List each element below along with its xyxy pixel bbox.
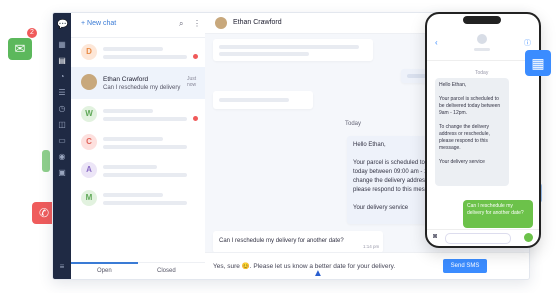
phone-notch bbox=[463, 16, 501, 24]
unread-dot bbox=[193, 116, 198, 121]
history-icon[interactable]: ◷ bbox=[58, 105, 66, 113]
placeholder-bar bbox=[103, 145, 187, 149]
avatar: A bbox=[81, 162, 97, 178]
chat-tabs: Open Closed bbox=[71, 262, 205, 279]
chat-list-header: + New chat ⌕ ⋮ bbox=[71, 13, 205, 38]
account-icon[interactable]: ◉ bbox=[58, 153, 66, 161]
tab-open[interactable]: Open bbox=[97, 268, 112, 274]
list-item[interactable]: W bbox=[71, 101, 205, 129]
avatar: W bbox=[81, 106, 97, 122]
phone-mockup: ‹ ⓘ Today Hello Ethan, Your parcel is sc… bbox=[425, 12, 541, 248]
conversation-title: Ethan Crawford bbox=[233, 19, 282, 26]
placeholder-bar bbox=[219, 98, 289, 102]
day-label: Today bbox=[345, 121, 362, 127]
phone-day-label: Today bbox=[475, 70, 489, 76]
search-icon[interactable]: ⌕ bbox=[179, 19, 183, 29]
placeholder-bar bbox=[103, 47, 163, 51]
composer-input[interactable]: Yes, sure 😊. Please let us know a better… bbox=[213, 262, 395, 270]
chat-list: + New chat ⌕ ⋮ D Ethan Crawford Just now… bbox=[71, 13, 206, 279]
phone-outgoing-text: Can I reschedule my delivery for another… bbox=[467, 203, 524, 216]
placeholder-bar bbox=[474, 48, 490, 51]
cursor-icon: ▲ bbox=[313, 268, 323, 279]
reports-icon[interactable]: ▭ bbox=[58, 137, 66, 145]
unread-badge: 2 bbox=[27, 28, 37, 38]
placeholder-bar bbox=[103, 193, 163, 197]
message-placeholder bbox=[213, 91, 313, 109]
phone-outgoing-message: Can I reschedule my delivery for another… bbox=[463, 200, 533, 228]
avatar bbox=[81, 74, 97, 90]
active-tab-indicator bbox=[71, 262, 138, 264]
mail-icon: ✉ bbox=[8, 38, 32, 60]
placeholder-bar bbox=[103, 201, 187, 205]
list-item[interactable]: D bbox=[71, 39, 205, 67]
phone-header: ‹ ⓘ bbox=[427, 28, 539, 61]
decor-green-bar bbox=[42, 150, 50, 172]
contacts-icon[interactable]: ◔ bbox=[58, 73, 66, 81]
avatar bbox=[215, 17, 227, 29]
messages-icon[interactable]: ▤ bbox=[58, 57, 66, 65]
menu-icon[interactable]: ≡ bbox=[58, 263, 66, 271]
back-icon[interactable]: ‹ bbox=[435, 38, 438, 47]
camera-icon[interactable]: ◙ bbox=[433, 233, 437, 240]
campaign-icon[interactable]: ◫ bbox=[58, 121, 66, 129]
placeholder-bar bbox=[219, 52, 309, 56]
phone-send-button[interactable] bbox=[524, 233, 533, 242]
calendar-icon: ▦ bbox=[525, 50, 551, 76]
list-item[interactable]: A bbox=[71, 157, 205, 185]
contact-preview: Can I reschedule my delivery bbox=[103, 85, 181, 91]
avatar: D bbox=[81, 44, 97, 60]
list-item-active[interactable]: Ethan Crawford Just now Can I reschedule… bbox=[71, 67, 205, 99]
placeholder-bar bbox=[103, 55, 187, 59]
phone-text-input[interactable] bbox=[445, 233, 511, 244]
new-chat-button[interactable]: + New chat bbox=[81, 20, 116, 27]
avatar bbox=[477, 34, 487, 44]
incoming-message-text: Can I reschedule my delivery for another… bbox=[219, 238, 344, 244]
avatar: C bbox=[81, 134, 97, 150]
tab-closed[interactable]: Closed bbox=[157, 268, 176, 274]
placeholder-bar bbox=[103, 117, 187, 121]
message-composer[interactable]: Yes, sure 😊. Please let us know a better… bbox=[205, 252, 529, 279]
list-icon[interactable]: ☰ bbox=[58, 89, 66, 97]
placeholder-bar bbox=[103, 137, 163, 141]
placeholder-bar bbox=[103, 165, 157, 169]
list-item[interactable]: C bbox=[71, 129, 205, 157]
nav-rail: 💬 ▦ ▤ ◔ ☰ ◷ ◫ ▭ ◉ ▣ ≡ bbox=[53, 13, 71, 279]
placeholder-bar bbox=[219, 45, 359, 49]
phone-incoming-text: Hello Ethan, Your parcel is scheduled to… bbox=[439, 82, 501, 165]
settings-icon[interactable]: ▣ bbox=[58, 169, 66, 177]
avatar: M bbox=[81, 190, 97, 206]
dashboard-icon[interactable]: ▦ bbox=[58, 41, 66, 49]
contact-time: Just now bbox=[187, 76, 197, 88]
more-icon[interactable]: ⋮ bbox=[193, 19, 201, 28]
chat-logo-icon[interactable]: 💬 bbox=[57, 19, 68, 29]
info-icon[interactable]: ⓘ bbox=[524, 38, 531, 48]
incoming-time: 1:14 pm bbox=[363, 244, 380, 249]
list-item[interactable]: M bbox=[71, 185, 205, 213]
send-sms-button[interactable]: Send SMS bbox=[443, 259, 487, 273]
message-placeholder bbox=[213, 39, 373, 61]
phone-incoming-message: Hello Ethan, Your parcel is scheduled to… bbox=[435, 78, 509, 186]
phone-input-bar: ◙ bbox=[427, 229, 539, 246]
placeholder-bar bbox=[103, 173, 187, 177]
contact-name: Ethan Crawford bbox=[103, 76, 149, 83]
incoming-message: Can I reschedule my delivery for another… bbox=[213, 231, 383, 253]
placeholder-bar bbox=[103, 109, 153, 113]
unread-dot bbox=[193, 54, 198, 59]
